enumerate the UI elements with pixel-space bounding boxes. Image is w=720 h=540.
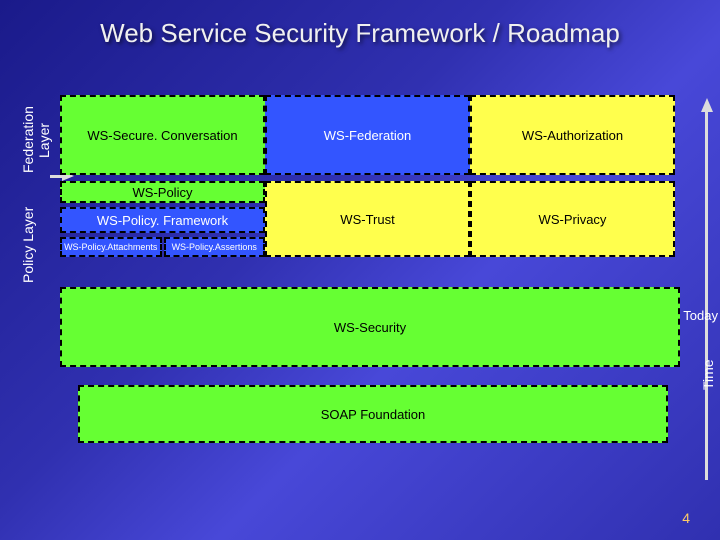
time-label: Time	[700, 345, 716, 405]
policy-subrow: WS-Policy.Attachments WS-Policy.Assertio…	[60, 237, 265, 257]
box-ws-authorization: WS-Authorization	[470, 95, 675, 175]
box-ws-policy: WS-Policy	[60, 181, 265, 203]
slide-number: 4	[682, 510, 690, 526]
box-ws-policy-assertions: WS-Policy.Assertions	[164, 237, 266, 257]
page-title: Web Service Security Framework / Roadmap	[0, 18, 720, 49]
policy-layer-label: Policy Layer	[20, 200, 36, 290]
federation-row: WS-Secure. Conversation WS-Federation WS…	[60, 95, 695, 175]
box-soap-foundation: SOAP Foundation	[78, 385, 668, 443]
box-ws-policy-attachments: WS-Policy.Attachments	[60, 237, 162, 257]
diagram-area: WS-Secure. Conversation WS-Federation WS…	[60, 95, 695, 443]
today-label: Today	[683, 308, 718, 323]
box-ws-secure-conversation: WS-Secure. Conversation	[60, 95, 265, 175]
policy-row: WS-Policy WS-Policy. Framework WS-Policy…	[60, 181, 695, 257]
time-arrow-head-icon	[701, 98, 713, 112]
box-ws-policy-framework: WS-Policy. Framework	[60, 207, 265, 233]
time-arrow-line	[705, 110, 708, 480]
policy-stack: WS-Policy WS-Policy. Framework WS-Policy…	[60, 181, 265, 257]
box-ws-federation: WS-Federation	[265, 95, 470, 175]
box-ws-security: WS-Security	[60, 287, 680, 367]
box-ws-trust: WS-Trust	[265, 181, 470, 257]
box-ws-privacy: WS-Privacy	[470, 181, 675, 257]
federation-layer-label: Federation Layer	[20, 95, 52, 185]
